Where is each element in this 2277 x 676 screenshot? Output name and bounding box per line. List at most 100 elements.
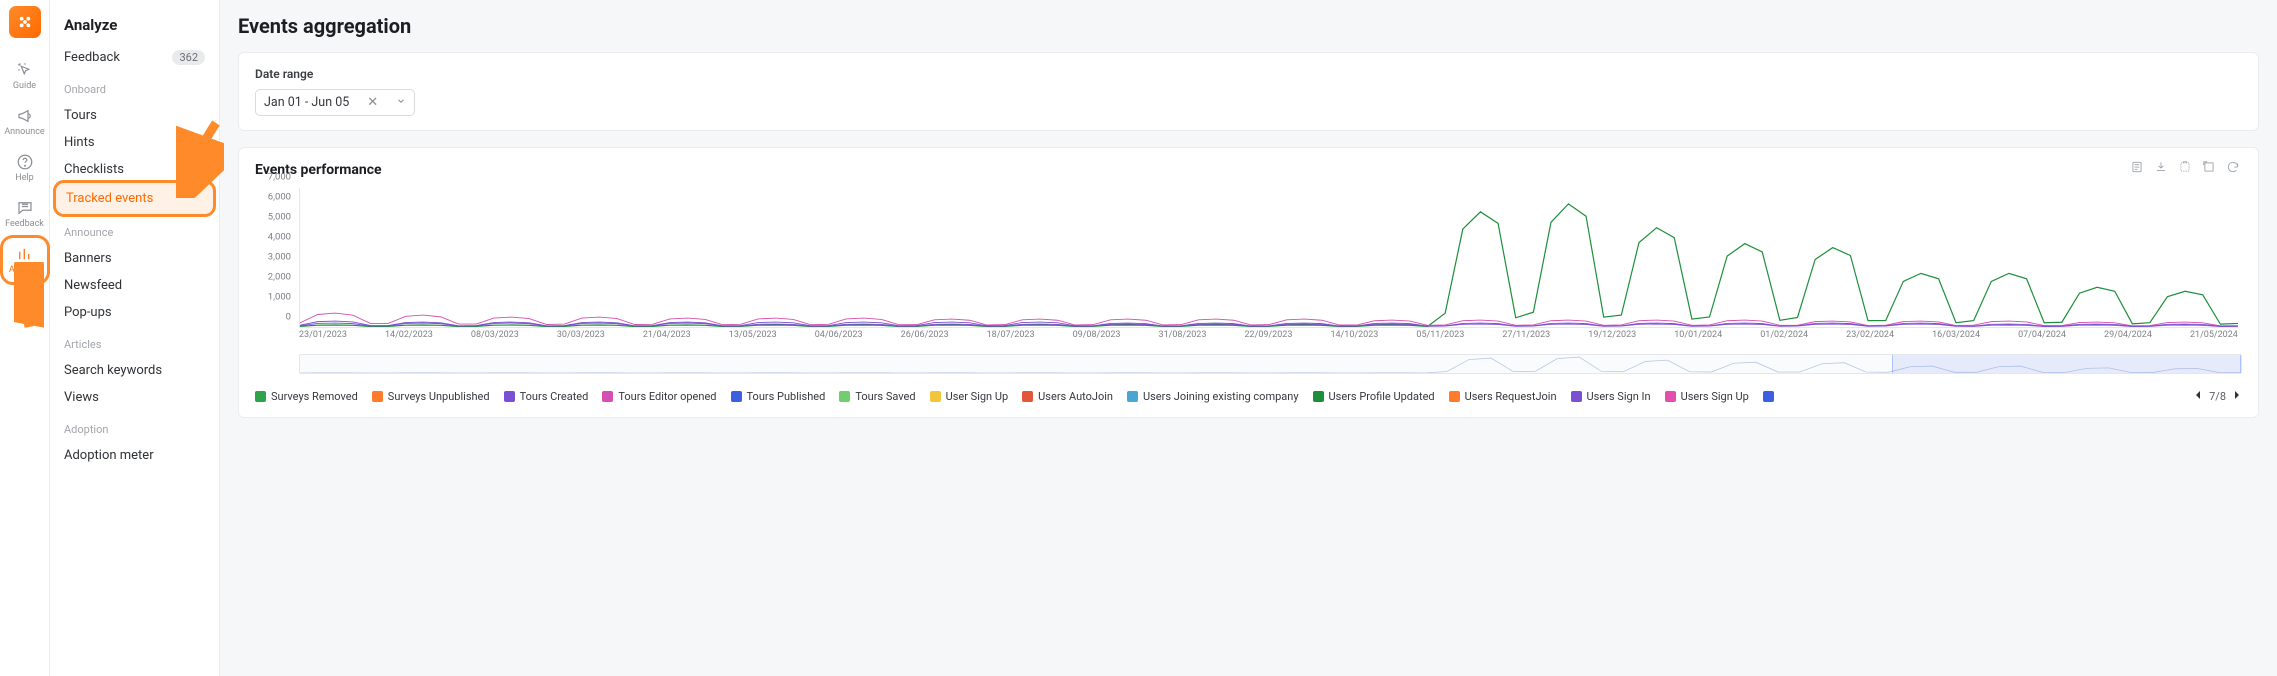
sidebar-tours[interactable]: Tours — [50, 102, 219, 129]
legend-item[interactable]: Tours Saved — [839, 390, 915, 403]
x-tick: 01/02/2024 — [1760, 330, 1808, 348]
sidebar-newsfeed[interactable]: Newsfeed — [50, 272, 219, 299]
refresh-icon[interactable] — [2226, 160, 2240, 174]
app-logo[interactable] — [9, 6, 41, 38]
legend-item[interactable] — [1763, 391, 1779, 402]
sidebar-checklists[interactable]: Checklists — [50, 156, 219, 183]
rail-label: Feedback — [5, 219, 44, 229]
legend-next[interactable] — [2232, 390, 2242, 403]
legend-page: 7/8 — [2209, 390, 2226, 403]
legend-swatch — [255, 391, 266, 402]
sidebar-adoption-meter[interactable]: Adoption meter — [50, 442, 219, 469]
icon-rail: Guide Announce Help Feedback Analyze Mor… — [0, 0, 50, 676]
section-announce: Announce — [50, 214, 219, 245]
x-tick: 26/06/2023 — [901, 330, 949, 348]
sidebar-feedback[interactable]: Feedback 362 — [50, 44, 219, 71]
y-tick: 1,000 — [268, 292, 291, 303]
date-range-value: Jan 01 - Jun 05 — [264, 95, 349, 110]
rail-analyze[interactable]: Analyze — [3, 238, 47, 282]
legend-label: Tours Editor opened — [618, 390, 716, 403]
sidebar-tracked-events[interactable]: Tracked events — [56, 183, 213, 214]
x-tick: 14/02/2023 — [385, 330, 433, 348]
rail-feedback[interactable]: Feedback — [3, 192, 47, 236]
x-tick: 22/09/2023 — [1244, 330, 1292, 348]
legend-swatch — [1571, 391, 1582, 402]
x-tick: 08/03/2023 — [471, 330, 519, 348]
section-adoption: Adoption — [50, 411, 219, 442]
date-range-input[interactable]: Jan 01 - Jun 05 ✕ — [255, 89, 415, 116]
legend-label: Users Sign In — [1587, 390, 1651, 403]
x-tick: 30/03/2023 — [557, 330, 605, 348]
data-view-icon[interactable] — [2130, 160, 2144, 174]
rail-help[interactable]: Help — [3, 146, 47, 190]
rail-label: Help — [15, 173, 33, 183]
legend-item[interactable]: User Sign Up — [930, 390, 1009, 403]
legend-swatch — [1763, 391, 1774, 402]
section-articles: Articles — [50, 326, 219, 357]
chart-area: 01,0002,0003,0004,0005,0006,0007,000 23/… — [255, 188, 2242, 348]
chevron-down-icon[interactable] — [396, 95, 406, 110]
main-content: Events aggregation Date range Jan 01 - J… — [220, 0, 2277, 676]
legend-swatch — [1665, 391, 1676, 402]
legend-label: Users RequestJoin — [1465, 390, 1557, 403]
date-range-label: Date range — [255, 67, 2242, 81]
zoom-reset-icon[interactable] — [2202, 160, 2216, 174]
sidebar-search-keywords[interactable]: Search keywords — [50, 357, 219, 384]
sidebar-views[interactable]: Views — [50, 384, 219, 411]
clear-date-icon[interactable]: ✕ — [367, 95, 378, 110]
page-title: Events aggregation — [238, 14, 2259, 38]
chart-title: Events performance — [255, 162, 2242, 178]
legend-swatch — [504, 391, 515, 402]
rail-announce[interactable]: Announce — [3, 100, 47, 144]
date-range-panel: Date range Jan 01 - Jun 05 ✕ — [238, 52, 2259, 131]
rail-label: Analyze — [9, 265, 40, 275]
legend-item[interactable]: Users AutoJoin — [1022, 390, 1113, 403]
sidebar-hints[interactable]: Hints — [50, 129, 219, 156]
dots-icon — [16, 291, 34, 309]
x-tick: 29/04/2024 — [2104, 330, 2152, 348]
zoom-icon[interactable] — [2178, 160, 2192, 174]
legend-pagination: 7/8 — [2193, 390, 2242, 403]
legend-label: Users AutoJoin — [1038, 390, 1113, 403]
legend-item[interactable]: Tours Editor opened — [602, 390, 716, 403]
y-tick: 7,000 — [268, 172, 291, 183]
x-tick: 21/05/2024 — [2190, 330, 2238, 348]
download-icon[interactable] — [2154, 160, 2168, 174]
x-tick: 09/08/2023 — [1073, 330, 1121, 348]
legend-label: Surveys Removed — [271, 390, 358, 403]
legend-prev[interactable] — [2193, 390, 2203, 403]
y-tick: 4,000 — [268, 232, 291, 243]
legend-swatch — [731, 391, 742, 402]
x-tick: 13/05/2023 — [729, 330, 777, 348]
rail-label: Announce — [4, 127, 44, 137]
legend-item[interactable]: Users Sign Up — [1665, 390, 1749, 403]
rail-guide[interactable]: Guide — [3, 54, 47, 98]
sidebar-popups[interactable]: Pop-ups — [50, 299, 219, 326]
y-tick: 2,000 — [268, 272, 291, 283]
legend-label: Users Sign Up — [1681, 390, 1749, 403]
chart-plot[interactable] — [299, 188, 2238, 328]
legend-item[interactable]: Tours Published — [731, 390, 826, 403]
legend-item[interactable]: Users RequestJoin — [1449, 390, 1557, 403]
y-tick: 6,000 — [268, 192, 291, 203]
sidebar: Analyze Feedback 362 Onboard Tours Hints… — [50, 0, 220, 676]
x-tick: 19/12/2023 — [1588, 330, 1636, 348]
x-tick: 14/10/2023 — [1330, 330, 1378, 348]
legend-item[interactable]: Users Profile Updated — [1313, 390, 1435, 403]
legend-swatch — [1022, 391, 1033, 402]
chart-brush[interactable] — [299, 354, 2242, 374]
rail-more[interactable]: More — [3, 284, 47, 328]
x-tick: 10/01/2024 — [1674, 330, 1722, 348]
legend-label: Tours Created — [520, 390, 589, 403]
rail-label: More — [14, 311, 35, 321]
x-tick: 23/01/2023 — [299, 330, 347, 348]
legend-item[interactable]: Surveys Unpublished — [372, 390, 490, 403]
legend-item[interactable]: Tours Created — [504, 390, 589, 403]
legend-item[interactable]: Surveys Removed — [255, 390, 358, 403]
sidebar-banners[interactable]: Banners — [50, 245, 219, 272]
legend-item[interactable]: Users Sign In — [1571, 390, 1651, 403]
help-circle-icon — [16, 153, 34, 171]
sidebar-title: Analyze — [50, 12, 219, 44]
legend-swatch — [602, 391, 613, 402]
legend-item[interactable]: Users Joining existing company — [1127, 390, 1299, 403]
